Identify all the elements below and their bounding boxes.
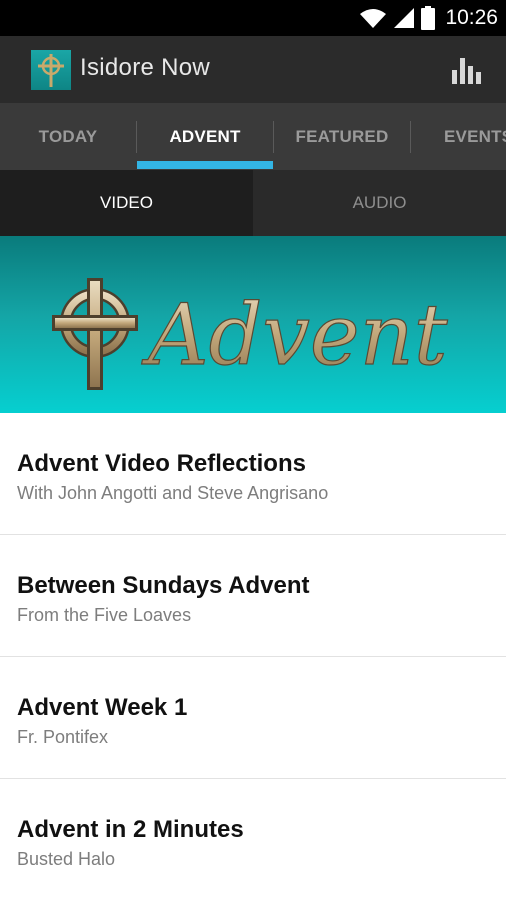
tab-advent[interactable]: ADVENT: [137, 103, 273, 170]
status-bar: 10:26: [0, 0, 506, 36]
app-icon[interactable]: [31, 50, 71, 90]
item-subtitle: Busted Halo: [17, 849, 116, 869]
item-title: Advent in 2 Minutes: [17, 816, 244, 843]
list-item[interactable]: Between Sundays Advent From the Five Loa…: [0, 535, 506, 657]
tab-bar: TODAY ADVENT FEATURED EVENTS: [0, 103, 506, 170]
item-title: Advent Week 1: [17, 694, 188, 721]
item-subtitle: With John Angotti and Steve Angrisano: [17, 483, 329, 503]
cell-signal-icon: [394, 8, 415, 28]
active-tab-indicator: [137, 161, 273, 169]
banner-art: Advent: [52, 278, 448, 390]
tab-events[interactable]: EVENTS: [411, 103, 506, 170]
advent-banner: Advent: [0, 236, 506, 413]
tab-featured[interactable]: FEATURED: [274, 103, 410, 170]
advent-video-list: Advent Video Reflections With John Angot…: [0, 413, 506, 901]
tab-today[interactable]: TODAY: [0, 103, 136, 170]
subtab-video[interactable]: VIDEO: [0, 170, 253, 236]
battery-icon: [421, 6, 436, 30]
celtic-cross-app-icon: [38, 54, 64, 87]
item-subtitle: Fr. Pontifex: [17, 727, 109, 747]
banner-script-text: Advent: [141, 286, 448, 384]
action-bar: Isidore Now: [0, 36, 506, 103]
bar-chart-icon[interactable]: [452, 56, 482, 84]
media-type-tabs: VIDEO AUDIO: [0, 170, 506, 236]
celtic-cross-icon: [52, 278, 138, 390]
item-title: Advent Video Reflections: [17, 450, 306, 477]
list-item[interactable]: Advent Video Reflections With John Angot…: [0, 413, 506, 535]
item-subtitle: From the Five Loaves: [17, 605, 192, 625]
app-title: Isidore Now: [80, 54, 211, 81]
list-item[interactable]: Advent Week 1 Fr. Pontifex: [0, 657, 506, 779]
subtab-audio[interactable]: AUDIO: [253, 170, 506, 236]
item-title: Between Sundays Advent: [17, 572, 310, 599]
status-icons: 10:26: [359, 0, 498, 36]
wifi-icon: [360, 9, 387, 28]
status-time: 10:26: [445, 6, 498, 29]
list-item[interactable]: Advent in 2 Minutes Busted Halo: [0, 779, 506, 901]
